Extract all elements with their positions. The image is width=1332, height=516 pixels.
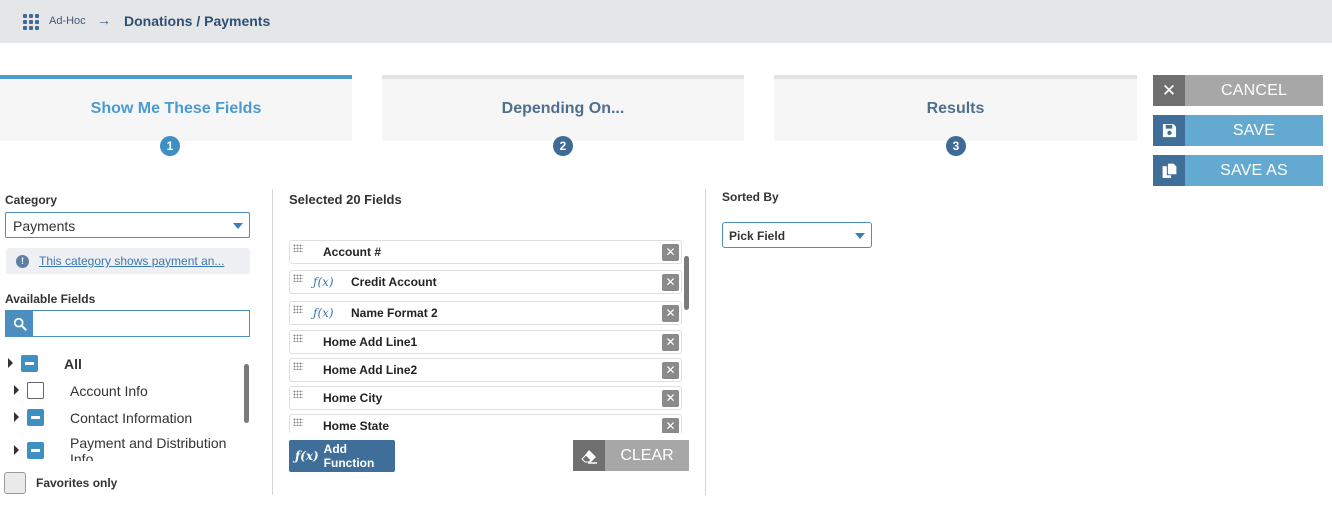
field-name: Name Format 2 [351,306,438,320]
selected-field-row[interactable]: Home Add Line1 ✕ [289,330,682,354]
field-name: Home State [323,419,390,433]
function-icon: ƒ(x) [313,275,334,289]
selected-field-row[interactable]: Home City ✕ [289,386,682,410]
remove-field-button[interactable]: ✕ [662,334,679,351]
sort-field-value: Pick Field [729,229,786,243]
drag-handle-icon[interactable] [293,390,303,398]
tree-item-label: Payment and Distribution Info [70,435,227,461]
sort-field-select[interactable]: Pick Field [722,222,872,248]
drag-handle-icon[interactable] [293,274,303,282]
favorites-checkbox[interactable] [4,472,26,494]
field-name: Home City [323,391,383,405]
remove-field-button[interactable]: ✕ [662,244,679,261]
selected-field-row[interactable]: Home State ✕ [289,414,682,433]
selected-field-row[interactable]: ƒ(x) Credit Account ✕ [289,270,682,294]
function-icon: ƒ(x) [313,306,334,320]
clear-label: CLEAR [605,440,689,471]
drag-handle-icon[interactable] [293,418,303,426]
selected-field-row[interactable]: Account # ✕ [289,240,682,264]
drag-handle-icon[interactable] [293,334,303,342]
drag-handle-icon[interactable] [293,305,303,313]
expand-triangle-icon[interactable] [14,445,19,455]
field-name: Home Add Line1 [323,335,418,349]
drag-handle-icon[interactable] [293,362,303,370]
fields-scrollbar[interactable] [684,256,689,310]
field-name: Home Add Line2 [323,363,418,377]
tree-item-payment-distribution[interactable]: Payment and Distribution Info [6,433,244,461]
add-function-button[interactable]: ƒ(x) Add Function [289,440,395,472]
add-function-label: Add Function [323,442,375,470]
partial-checkbox[interactable] [27,442,44,459]
remove-field-button[interactable]: ✕ [662,305,679,322]
favorites-label: Favorites only [36,476,118,490]
eraser-icon [573,440,605,471]
sorted-by-label: Sorted By [722,190,779,204]
remove-field-button[interactable]: ✕ [662,274,679,291]
drag-handle-icon[interactable] [293,244,303,252]
clear-button[interactable]: CLEAR [573,440,689,471]
remove-field-button[interactable]: ✕ [662,362,679,379]
chevron-down-icon [855,233,865,239]
selected-field-row[interactable]: ƒ(x) Name Format 2 ✕ [289,301,682,325]
remove-field-button[interactable]: ✕ [662,390,679,407]
field-name: Account # [323,245,382,259]
function-icon: ƒ(x) [295,449,319,463]
selected-field-row[interactable]: Home Add Line2 ✕ [289,358,682,382]
remove-field-button[interactable]: ✕ [662,418,679,433]
selected-fields-list: Account # ✕ ƒ(x) Credit Account ✕ ƒ(x) N… [0,0,1332,433]
field-name: Credit Account [351,275,437,289]
